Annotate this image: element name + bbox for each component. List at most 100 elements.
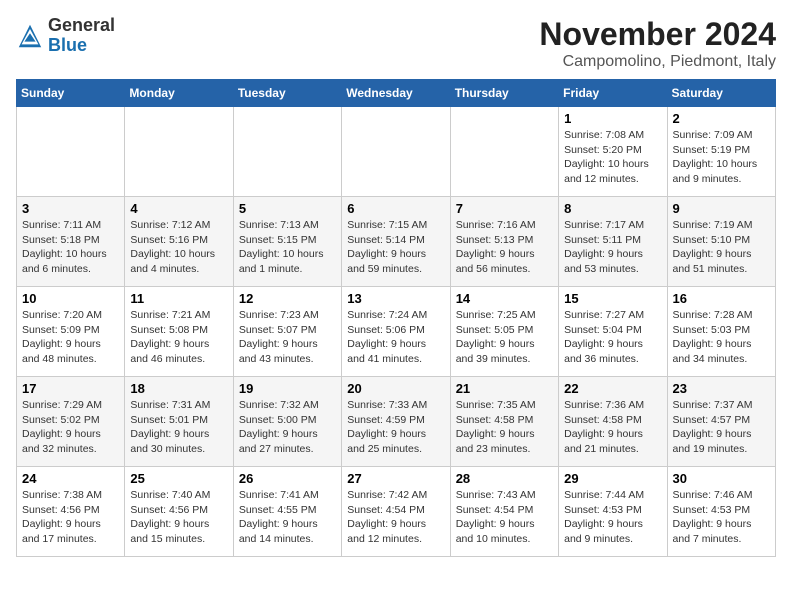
- calendar-cell: 15 Sunrise: 7:27 AM Sunset: 5:04 PM Dayli…: [559, 287, 667, 377]
- calendar-body: 1 Sunrise: 7:08 AM Sunset: 5:20 PM Daylig…: [17, 107, 776, 557]
- calendar-header-cell: Sunday: [17, 80, 125, 107]
- day-number: 23: [673, 381, 770, 396]
- calendar-header-cell: Friday: [559, 80, 667, 107]
- calendar-cell: 21 Sunrise: 7:35 AM Sunset: 4:58 PM Dayli…: [450, 377, 558, 467]
- day-number: 9: [673, 201, 770, 216]
- calendar-header-cell: Saturday: [667, 80, 775, 107]
- calendar-cell: 29 Sunrise: 7:44 AM Sunset: 4:53 PM Dayli…: [559, 467, 667, 557]
- calendar-cell: 16 Sunrise: 7:28 AM Sunset: 5:03 PM Dayli…: [667, 287, 775, 377]
- day-number: 25: [130, 471, 227, 486]
- day-number: 10: [22, 291, 119, 306]
- calendar-cell: 26Sunrise: 7:41 AM Sunset: 4:55 PM Dayli…: [233, 467, 341, 557]
- day-number: 15: [564, 291, 661, 306]
- day-number: 7: [456, 201, 553, 216]
- day-number: 14: [456, 291, 553, 306]
- calendar-cell: 11 Sunrise: 7:21 AM Sunset: 5:08 PM Dayli…: [125, 287, 233, 377]
- day-number: 12: [239, 291, 336, 306]
- day-info: Sunrise: 7:21 AM Sunset: 5:08 PM Dayligh…: [130, 308, 227, 367]
- calendar-header-cell: Tuesday: [233, 80, 341, 107]
- calendar: SundayMondayTuesdayWednesdayThursdayFrid…: [16, 79, 776, 557]
- day-number: 24: [22, 471, 119, 486]
- logo-general-text: General: [48, 15, 115, 35]
- day-info: Sunrise: 7:43 AM Sunset: 4:54 PM Dayligh…: [456, 488, 553, 547]
- day-info: Sunrise: 7:46 AM Sunset: 4:53 PM Dayligh…: [673, 488, 770, 547]
- calendar-week-row: 1 Sunrise: 7:08 AM Sunset: 5:20 PM Daylig…: [17, 107, 776, 197]
- calendar-header-row: SundayMondayTuesdayWednesdayThursdayFrid…: [17, 80, 776, 107]
- day-number: 19: [239, 381, 336, 396]
- calendar-cell: 18 Sunrise: 7:31 AM Sunset: 5:01 PM Dayli…: [125, 377, 233, 467]
- day-number: 26: [239, 471, 336, 486]
- day-info: Sunrise: 7:25 AM Sunset: 5:05 PM Dayligh…: [456, 308, 553, 367]
- calendar-week-row: 17 Sunrise: 7:29 AM Sunset: 5:02 PM Dayli…: [17, 377, 776, 467]
- day-info: Sunrise: 7:40 AM Sunset: 4:56 PM Dayligh…: [130, 488, 227, 547]
- day-number: 8: [564, 201, 661, 216]
- day-info: Sunrise: 7:33 AM Sunset: 4:59 PM Dayligh…: [347, 398, 444, 457]
- day-info: Sunrise: 7:37 AM Sunset: 4:57 PM Dayligh…: [673, 398, 770, 457]
- calendar-cell: [450, 107, 558, 197]
- day-info: Sunrise: 7:19 AM Sunset: 5:10 PM Dayligh…: [673, 218, 770, 277]
- day-info: Sunrise: 7:36 AM Sunset: 4:58 PM Dayligh…: [564, 398, 661, 457]
- calendar-cell: 2Sunrise: 7:09 AM Sunset: 5:19 PM Daylig…: [667, 107, 775, 197]
- day-number: 3: [22, 201, 119, 216]
- day-info: Sunrise: 7:42 AM Sunset: 4:54 PM Dayligh…: [347, 488, 444, 547]
- calendar-cell: 12 Sunrise: 7:23 AM Sunset: 5:07 PM Dayli…: [233, 287, 341, 377]
- day-number: 27: [347, 471, 444, 486]
- month-title: November 2024: [539, 16, 776, 53]
- calendar-cell: [233, 107, 341, 197]
- calendar-cell: 20Sunrise: 7:33 AM Sunset: 4:59 PM Dayli…: [342, 377, 450, 467]
- calendar-header-cell: Thursday: [450, 80, 558, 107]
- calendar-cell: 8 Sunrise: 7:17 AM Sunset: 5:11 PM Daylig…: [559, 197, 667, 287]
- calendar-cell: 28 Sunrise: 7:43 AM Sunset: 4:54 PM Dayli…: [450, 467, 558, 557]
- calendar-cell: 9 Sunrise: 7:19 AM Sunset: 5:10 PM Daylig…: [667, 197, 775, 287]
- day-info: Sunrise: 7:28 AM Sunset: 5:03 PM Dayligh…: [673, 308, 770, 367]
- calendar-header-cell: Wednesday: [342, 80, 450, 107]
- calendar-week-row: 3 Sunrise: 7:11 AM Sunset: 5:18 PM Daylig…: [17, 197, 776, 287]
- day-info: Sunrise: 7:27 AM Sunset: 5:04 PM Dayligh…: [564, 308, 661, 367]
- day-number: 28: [456, 471, 553, 486]
- calendar-cell: 6Sunrise: 7:15 AM Sunset: 5:14 PM Daylig…: [342, 197, 450, 287]
- day-info: Sunrise: 7:16 AM Sunset: 5:13 PM Dayligh…: [456, 218, 553, 277]
- day-number: 11: [130, 291, 227, 306]
- day-number: 4: [130, 201, 227, 216]
- day-info: Sunrise: 7:32 AM Sunset: 5:00 PM Dayligh…: [239, 398, 336, 457]
- day-number: 21: [456, 381, 553, 396]
- calendar-cell: 3 Sunrise: 7:11 AM Sunset: 5:18 PM Daylig…: [17, 197, 125, 287]
- calendar-cell: 24 Sunrise: 7:38 AM Sunset: 4:56 PM Dayli…: [17, 467, 125, 557]
- calendar-cell: [342, 107, 450, 197]
- calendar-cell: 7 Sunrise: 7:16 AM Sunset: 5:13 PM Daylig…: [450, 197, 558, 287]
- calendar-cell: 23 Sunrise: 7:37 AM Sunset: 4:57 PM Dayli…: [667, 377, 775, 467]
- calendar-cell: 22Sunrise: 7:36 AM Sunset: 4:58 PM Dayli…: [559, 377, 667, 467]
- day-info: Sunrise: 7:35 AM Sunset: 4:58 PM Dayligh…: [456, 398, 553, 457]
- header: General Blue November 2024 Campomolino, …: [16, 16, 776, 71]
- day-info: Sunrise: 7:11 AM Sunset: 5:18 PM Dayligh…: [22, 218, 119, 277]
- day-info: Sunrise: 7:29 AM Sunset: 5:02 PM Dayligh…: [22, 398, 119, 457]
- day-info: Sunrise: 7:24 AM Sunset: 5:06 PM Dayligh…: [347, 308, 444, 367]
- day-info: Sunrise: 7:44 AM Sunset: 4:53 PM Dayligh…: [564, 488, 661, 547]
- calendar-week-row: 10Sunrise: 7:20 AM Sunset: 5:09 PM Dayli…: [17, 287, 776, 377]
- calendar-cell: [125, 107, 233, 197]
- day-number: 16: [673, 291, 770, 306]
- calendar-cell: 13Sunrise: 7:24 AM Sunset: 5:06 PM Dayli…: [342, 287, 450, 377]
- day-info: Sunrise: 7:31 AM Sunset: 5:01 PM Dayligh…: [130, 398, 227, 457]
- calendar-cell: 30 Sunrise: 7:46 AM Sunset: 4:53 PM Dayli…: [667, 467, 775, 557]
- calendar-cell: 25 Sunrise: 7:40 AM Sunset: 4:56 PM Dayli…: [125, 467, 233, 557]
- logo-blue-text: Blue: [48, 35, 87, 55]
- calendar-cell: 14 Sunrise: 7:25 AM Sunset: 5:05 PM Dayli…: [450, 287, 558, 377]
- day-number: 2: [673, 111, 770, 126]
- day-info: Sunrise: 7:08 AM Sunset: 5:20 PM Dayligh…: [564, 128, 661, 187]
- day-number: 18: [130, 381, 227, 396]
- day-info: Sunrise: 7:38 AM Sunset: 4:56 PM Dayligh…: [22, 488, 119, 547]
- day-number: 6: [347, 201, 444, 216]
- day-info: Sunrise: 7:17 AM Sunset: 5:11 PM Dayligh…: [564, 218, 661, 277]
- calendar-week-row: 24 Sunrise: 7:38 AM Sunset: 4:56 PM Dayli…: [17, 467, 776, 557]
- day-info: Sunrise: 7:23 AM Sunset: 5:07 PM Dayligh…: [239, 308, 336, 367]
- location-title: Campomolino, Piedmont, Italy: [539, 53, 776, 71]
- logo-icon: [16, 22, 44, 50]
- day-number: 30: [673, 471, 770, 486]
- calendar-cell: 27 Sunrise: 7:42 AM Sunset: 4:54 PM Dayli…: [342, 467, 450, 557]
- day-info: Sunrise: 7:12 AM Sunset: 5:16 PM Dayligh…: [130, 218, 227, 277]
- day-number: 17: [22, 381, 119, 396]
- day-number: 1: [564, 111, 661, 126]
- calendar-cell: 1 Sunrise: 7:08 AM Sunset: 5:20 PM Daylig…: [559, 107, 667, 197]
- day-number: 29: [564, 471, 661, 486]
